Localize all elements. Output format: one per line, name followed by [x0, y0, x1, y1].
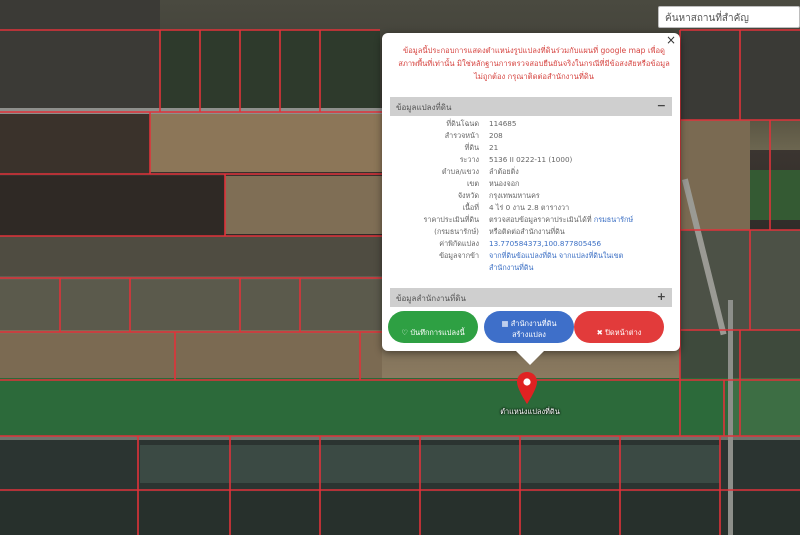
info-key: ราคาประเมินที่ดิน (กรมธนารักษ์) — [390, 214, 479, 238]
info-row: ที่ดินโฉนด 114685 — [390, 118, 672, 130]
info-key: ค่าพิกัดแปลง — [439, 239, 479, 248]
info-value: 21 — [489, 143, 499, 152]
parcel-info-popup: × ข้อมูลนี้ประกอบการแสดงตำแหน่งรูปแปลงที… — [382, 33, 680, 365]
info-value: หนองจอก — [489, 179, 520, 188]
info-key: ที่ดินโฉนด — [446, 119, 479, 128]
building-icon: ▦ — [501, 319, 509, 328]
appraisal-text: ตรวจสอบข้อมูลราคาประเมินได้ที่ — [489, 215, 594, 224]
pin-label: ตำแหน่งแปลงที่ดิน — [500, 407, 560, 416]
info-value: 208 — [489, 131, 503, 140]
info-key: สำรวจหน้า — [444, 131, 479, 140]
info-key: ข้อมูลจากข้า — [439, 251, 479, 260]
heart-icon: ♡ — [401, 327, 408, 337]
info-value: จากที่ดินข้อแปลงที่ดิน จากแปลงที่ดินในเข… — [489, 250, 671, 274]
source-link-2[interactable]: สำนักงานที่ดิน — [489, 263, 533, 272]
info-row-appraisal: ราคาประเมินที่ดิน (กรมธนารักษ์) ตรวจสอบข… — [390, 214, 672, 238]
collapse-icon[interactable]: − — [657, 99, 666, 112]
expand-icon[interactable]: + — [657, 290, 666, 303]
info-row: ที่ดิน 21 — [390, 142, 672, 154]
info-key: จังหวัด — [457, 191, 479, 200]
appraisal-key-line2: (กรมธนารักษ์) — [434, 227, 479, 236]
info-row: ค่าพิกัดแปลง 13.770584373,100.877805456 — [390, 238, 672, 250]
info-key: ที่ดิน — [464, 143, 479, 152]
map-pin-icon[interactable] — [517, 372, 537, 404]
info-row: เนื้อที่ 4 ไร่ 0 งาน 2.8 ตารางวา — [390, 202, 672, 214]
section-parcel-title: ข้อมูลแปลงที่ดิน — [396, 103, 452, 112]
parcel-info-table: ที่ดินโฉนด 114685 สำรวจหน้า 208 ที่ดิน 2… — [390, 118, 672, 274]
source-link[interactable]: จากที่ดินข้อแปลงที่ดิน จากแปลงที่ดินในเข… — [489, 251, 623, 260]
close-icon: ✖ — [596, 327, 603, 337]
save-parcel-button[interactable]: ♡ บันทึกการแปลงนี้ — [388, 311, 478, 343]
info-row: เขต หนองจอก — [390, 178, 672, 190]
info-row-source: ข้อมูลจากข้า จากที่ดินข้อแปลงที่ดิน จากแ… — [390, 250, 672, 274]
info-value: กรุงเทพมหานคร — [489, 191, 540, 200]
land-office-button[interactable]: ▦ สำนักงานที่ดิน สร้างแปลง — [484, 311, 574, 343]
info-value: ลำต้อยติ่ง — [489, 167, 519, 176]
info-key: เนื้อที่ — [462, 203, 479, 212]
info-row: ระวาง 5136 II 0222-11 (1000) — [390, 154, 672, 166]
land-office-label-2: สร้างแปลง — [512, 330, 546, 339]
info-key: เขต — [466, 179, 479, 188]
info-value: 5136 II 0222-11 (1000) — [489, 155, 573, 164]
info-value: ตรวจสอบข้อมูลราคาประเมินได้ที่ กรมธนารัก… — [489, 214, 671, 238]
info-row: สำรวจหน้า 208 — [390, 130, 672, 142]
section-parcel-header[interactable]: ข้อมูลแปลงที่ดิน − — [390, 97, 672, 116]
info-key: ตำบล/แขวง — [441, 167, 479, 176]
coords-link[interactable]: 13.770584373,100.877805456 — [489, 239, 601, 248]
treasury-link[interactable]: กรมธนารักษ์ — [594, 215, 633, 224]
land-office-label-1: สำนักงานที่ดิน — [510, 319, 557, 328]
info-value: 114685 — [489, 119, 517, 128]
search-input[interactable]: ค้นหาสถานที่สำคัญ — [658, 6, 800, 28]
section-office-header[interactable]: ข้อมูลสำนักงานที่ดิน + — [390, 288, 672, 307]
close-window-button[interactable]: ✖ ปิดหน้าต่าง — [574, 311, 664, 343]
close-window-label: ปิดหน้าต่าง — [605, 327, 642, 337]
info-row: จังหวัด กรุงเทพมหานคร — [390, 190, 672, 202]
info-row: ตำบล/แขวง ลำต้อยติ่ง — [390, 166, 672, 178]
save-parcel-label: บันทึกการแปลงนี้ — [410, 327, 465, 337]
appraisal-key-line1: ราคาประเมินที่ดิน — [423, 215, 479, 224]
coords-value[interactable]: 13.770584373,100.877805456 — [489, 238, 671, 250]
section-office-title: ข้อมูลสำนักงานที่ดิน — [396, 294, 466, 303]
info-key: ระวาง — [459, 155, 479, 164]
disclaimer-notice: ข้อมูลนี้ประกอบการแสดงตำแหน่งรูปแปลงที่ด… — [398, 46, 670, 81]
info-value: 4 ไร่ 0 งาน 2.8 ตารางวา — [489, 203, 570, 212]
appraisal-line2: หรือติดต่อสำนักงานที่ดิน — [489, 227, 565, 236]
